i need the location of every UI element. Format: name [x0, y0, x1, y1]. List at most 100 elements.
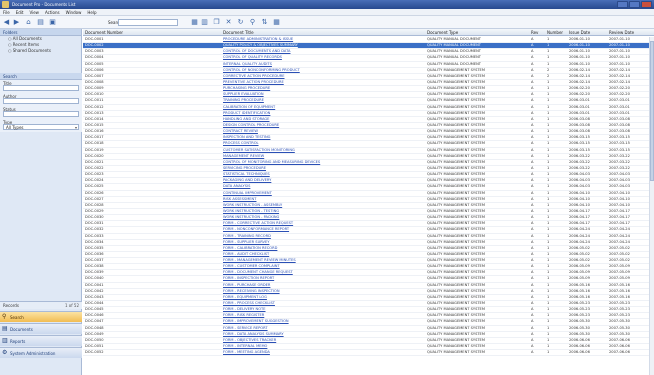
- document-title-link[interactable]: CONTROL OF DOCUMENTS AND DATA: [223, 49, 423, 54]
- forward-icon[interactable]: ▶: [12, 18, 21, 27]
- document-title-link[interactable]: INSPECTION AND TESTING: [223, 135, 423, 140]
- document-title-link[interactable]: WORK INSTRUCTION - TESTING: [223, 209, 423, 214]
- table-cell: 2007-03-22: [609, 165, 630, 170]
- filter-title-input[interactable]: [3, 85, 79, 91]
- document-title-link[interactable]: CORRECTIVE ACTION PROCEDURE: [223, 74, 423, 79]
- document-title-link[interactable]: FORM - INTERNAL MEMO: [223, 344, 423, 349]
- table-cell: 2: [547, 67, 550, 72]
- menu-window[interactable]: Window: [63, 9, 85, 15]
- document-title-link[interactable]: SERVICING PROCEDURE: [223, 166, 423, 171]
- document-title-link[interactable]: FORM - CALIBRATION RECORD: [223, 246, 423, 251]
- table-cell: A: [531, 178, 534, 183]
- document-title-link[interactable]: FORM - PROCESS CHECKLIST: [223, 301, 423, 306]
- minimize-button[interactable]: [617, 1, 628, 8]
- document-title-link[interactable]: PROCEDURE ADMINISTRATION & ISSUE: [223, 37, 423, 42]
- document-title-link[interactable]: STATISTICAL TECHNIQUES: [223, 172, 423, 177]
- maximize-button[interactable]: [629, 1, 640, 8]
- document-title-link[interactable]: CUSTOMER SATISFACTION MONITORING: [223, 148, 423, 153]
- document-title-link[interactable]: CONTROL OF QUALITY RECORDS: [223, 55, 423, 60]
- document-title-link[interactable]: FORM - EQUIPMENT LOG: [223, 295, 423, 300]
- grid-view-icon[interactable]: ▦: [272, 18, 281, 27]
- table-cell: 1: [547, 276, 550, 281]
- document-title-link[interactable]: FORM - DOCUMENT CHANGE REQUEST: [223, 270, 423, 275]
- folder-tree-item[interactable]: ○ Shared Documents: [0, 48, 81, 54]
- menu-view[interactable]: View: [26, 9, 42, 15]
- table-cell: A: [531, 110, 534, 115]
- column-header[interactable]: Issue Date: [569, 30, 607, 35]
- document-title-link[interactable]: FORM - INSPECTION REPORT: [223, 276, 423, 281]
- menu-edit[interactable]: Edit: [13, 9, 27, 15]
- save-icon[interactable]: ▣: [48, 18, 57, 27]
- nav-button-system-administration[interactable]: ⚙ System Administration: [0, 347, 82, 358]
- delete-icon[interactable]: ✕: [224, 18, 233, 27]
- document-title-link[interactable]: DATA ANALYSIS: [223, 184, 423, 189]
- table-cell: 2007-05-30: [609, 331, 630, 336]
- document-title-link[interactable]: QUALITY POLICY & OBJECTIVES SUMMARY: [223, 43, 423, 48]
- nav-button-search[interactable]: ⚲ Search: [0, 311, 82, 322]
- document-title-link[interactable]: FORM - DELIVERY NOTE: [223, 307, 423, 312]
- home-icon[interactable]: ⌂: [24, 18, 33, 27]
- document-title-link[interactable]: FORM - IMPROVEMENT SUGGESTION: [223, 319, 423, 324]
- column-header[interactable]: Number: [547, 30, 567, 35]
- document-title-link[interactable]: TRAINING PROCEDURE: [223, 98, 423, 103]
- document-title-link[interactable]: HANDLING AND STORAGE: [223, 117, 423, 122]
- scrollbar-thumb[interactable]: [650, 41, 654, 181]
- table-cell: QUALITY MANAGEMENT SYSTEM: [427, 178, 485, 183]
- menu-actions[interactable]: Actions: [42, 9, 63, 15]
- document-title-link[interactable]: FORM - NONCONFORMANCE REPORT: [223, 227, 423, 232]
- document-title-link[interactable]: FORM - RISK REGISTER: [223, 313, 423, 318]
- document-title-link[interactable]: CALIBRATION OF EQUIPMENT: [223, 105, 423, 110]
- copy-icon[interactable]: ❐: [212, 18, 221, 27]
- back-icon[interactable]: ◀: [2, 18, 11, 27]
- nav-button-documents[interactable]: ▤ Documents: [0, 323, 82, 334]
- document-title-link[interactable]: RISK ASSESSMENT: [223, 197, 423, 202]
- document-title-link[interactable]: FORM - CORRECTIVE ACTION REQUEST: [223, 221, 423, 226]
- menu-help[interactable]: Help: [84, 9, 99, 15]
- table-cell: QUALITY MANAGEMENT SYSTEM: [427, 258, 485, 263]
- column-header[interactable]: Document Type: [427, 30, 527, 35]
- column-header[interactable]: Review Date: [609, 30, 649, 35]
- document-title-link[interactable]: WORK INSTRUCTION - PACKING: [223, 215, 423, 220]
- filter-icon[interactable]: ⚲: [248, 18, 257, 27]
- document-title-link[interactable]: CONTROL OF MONITORING AND MEASURING DEVI…: [223, 160, 423, 165]
- search-input[interactable]: [118, 19, 178, 26]
- menu-file[interactable]: File: [0, 9, 13, 15]
- table-row[interactable]: DOC-0052 FORM - MEETING AGENDA QUALITY MAN…: [83, 350, 654, 357]
- document-title-link[interactable]: INTERNAL QUALITY AUDITS: [223, 62, 423, 67]
- document-title-link[interactable]: FORM - AUDIT CHECKLIST: [223, 252, 423, 257]
- column-header[interactable]: Document Title: [223, 30, 423, 35]
- document-title-link[interactable]: PURCHASING PROCEDURE: [223, 86, 423, 91]
- document-title-link[interactable]: FORM - CUSTOMER COMPLAINT: [223, 264, 423, 269]
- document-title-link[interactable]: FORM - PURCHASE ORDER: [223, 283, 423, 288]
- document-title-link[interactable]: PRODUCT IDENTIFICATION: [223, 111, 423, 116]
- document-title-link[interactable]: FORM - SUPPLIER SURVEY: [223, 240, 423, 245]
- document-title-link[interactable]: PACKAGING AND DELIVERY: [223, 178, 423, 183]
- document-title-link[interactable]: CONTINUAL IMPROVEMENT: [223, 191, 423, 196]
- document-title-link[interactable]: SUPPLIER EVALUATION: [223, 92, 423, 97]
- document-title-link[interactable]: FORM - RECEIVING INSPECTION: [223, 289, 423, 294]
- column-header[interactable]: Rev: [531, 30, 545, 35]
- nav-button-reports[interactable]: ▥ Reports: [0, 335, 82, 346]
- print-icon[interactable]: ▤: [36, 18, 45, 27]
- filter-type-select[interactable]: All Types ▾: [3, 124, 79, 130]
- document-title-link[interactable]: PREVENTIVE ACTION PROCEDURE: [223, 80, 423, 85]
- document-title-link[interactable]: FORM - MANAGEMENT REVIEW MINUTES: [223, 258, 423, 263]
- sort-icon[interactable]: ⇅: [260, 18, 269, 27]
- document-title-link[interactable]: FORM - MEETING AGENDA: [223, 350, 423, 355]
- vertical-scrollbar[interactable]: [649, 37, 654, 375]
- document-title-link[interactable]: FORM - SERVICE REPORT: [223, 326, 423, 331]
- column-header[interactable]: Document Number: [85, 30, 221, 35]
- document-title-link[interactable]: FORM - OBJECTIVES TRACKER: [223, 338, 423, 343]
- document-title-link[interactable]: FORM - DATA ANALYSIS SUMMARY: [223, 332, 423, 337]
- document-title-link[interactable]: DESIGN CONTROL PROCEDURE: [223, 123, 423, 128]
- document-title-link[interactable]: CONTROL OF NONCONFORMING PRODUCT: [223, 68, 423, 73]
- document-title-link[interactable]: WORK INSTRUCTION - ASSEMBLY: [223, 203, 423, 208]
- new-document-icon[interactable]: ▦: [190, 18, 199, 27]
- document-title-link[interactable]: PROCESS CONTROL: [223, 141, 423, 146]
- close-button[interactable]: [641, 1, 652, 8]
- open-icon[interactable]: ▥: [200, 18, 209, 27]
- document-title-link[interactable]: FORM - TRAINING RECORD: [223, 234, 423, 239]
- document-title-link[interactable]: MANAGEMENT REVIEW: [223, 154, 423, 159]
- refresh-icon[interactable]: ↻: [236, 18, 245, 27]
- document-title-link[interactable]: CONTRACT REVIEW: [223, 129, 423, 134]
